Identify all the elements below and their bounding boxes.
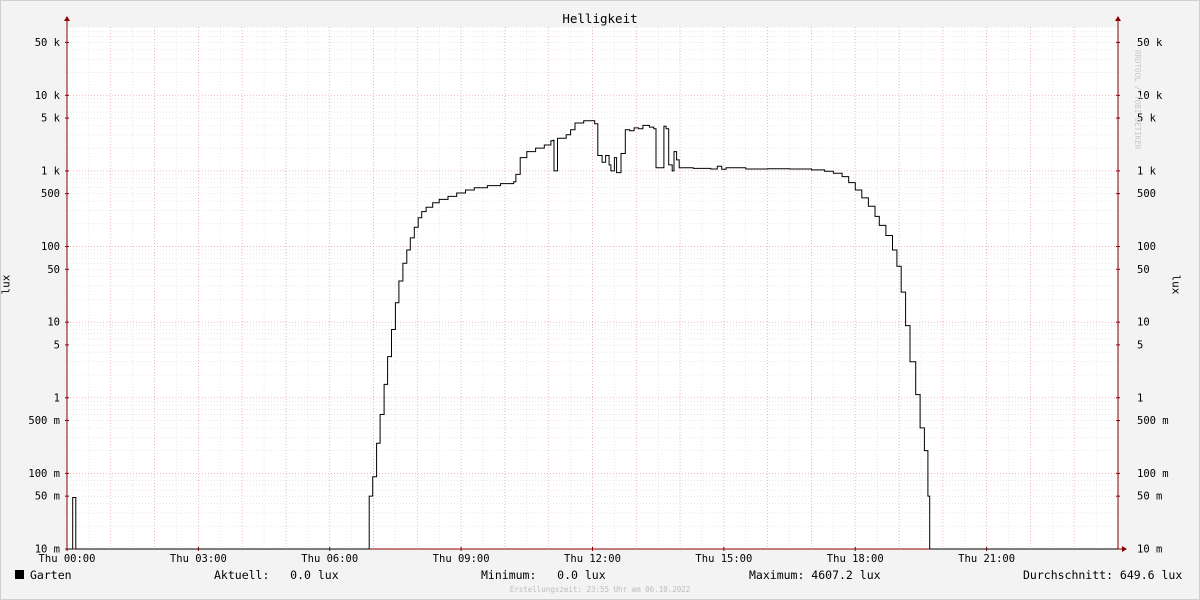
x-tick-label: Thu 15:00 bbox=[695, 553, 752, 565]
y-tick-label-left: 50 bbox=[47, 264, 60, 276]
x-tick-label: Thu 00:00 bbox=[39, 553, 96, 565]
y-tick-label-right: 10 bbox=[1137, 317, 1150, 329]
creation-time: Erstellungszeit: 23:55 Uhr am 06.10.2022 bbox=[509, 585, 691, 594]
y-tick-label-left: 500 bbox=[41, 188, 60, 200]
y-tick-label-right: 500 m bbox=[1137, 415, 1169, 427]
chart-canvas: 50 k 50 k10 k 10 k5 k5 k1 k1 k500 500100 100… bbox=[28, 16, 1169, 565]
chart-title: Helligkeit bbox=[562, 11, 638, 26]
x-tick-label: Thu 21:00 bbox=[958, 553, 1015, 565]
y-axis-label-left: lux bbox=[0, 274, 13, 295]
y-tick-label-left: 10 k bbox=[35, 90, 61, 102]
legend-series-name: Garten bbox=[30, 568, 72, 582]
legend: Garten Aktuell: 0.0 lux Minimum: 0.0 lux… bbox=[0, 568, 1200, 584]
y-tick-label-left: 500 m bbox=[28, 415, 60, 427]
y-tick-label-right: 1 bbox=[1137, 392, 1143, 404]
y-tick-label-left: 1 bbox=[54, 392, 60, 404]
y-tick-label-right: 50 bbox=[1137, 264, 1150, 276]
stat-maximum: Maximum: 4607.2 lux bbox=[749, 568, 881, 582]
y-tick-label-right: 50 k bbox=[1137, 37, 1163, 49]
x-tick-label: Thu 03:00 bbox=[170, 553, 227, 565]
stat-average: Durchschnitt: 649.6 lux bbox=[1023, 568, 1183, 582]
y-tick-label-left: 10 bbox=[47, 317, 60, 329]
y-tick-label-right: 50 m bbox=[1137, 491, 1162, 503]
y-tick-label-right: 100 m bbox=[1137, 468, 1169, 480]
y-tick-label-left: 100 bbox=[41, 241, 60, 253]
x-tick-label: Thu 06:00 bbox=[301, 553, 358, 565]
y-tick-label-right: 10 m bbox=[1137, 544, 1162, 556]
stat-current: Aktuell: 0.0 lux bbox=[214, 568, 339, 582]
y-tick-label-right: 1 k bbox=[1137, 165, 1157, 177]
y-tick-label-right: 5 bbox=[1137, 339, 1143, 351]
y-tick-label-left: 100 m bbox=[28, 468, 60, 480]
y-tick-label-right: 500 bbox=[1137, 188, 1156, 200]
watermark: RRDTOOL / TOBI OETIKER bbox=[1133, 50, 1142, 150]
y-axis-label-right: lux bbox=[1169, 274, 1183, 295]
x-tick-label: Thu 12:00 bbox=[564, 553, 621, 565]
x-axis-arrow bbox=[1122, 546, 1127, 552]
y-tick-label-right: 100 bbox=[1137, 241, 1156, 253]
y-tick-label-left: 5 k bbox=[41, 113, 61, 125]
x-tick-label: Thu 18:00 bbox=[827, 553, 884, 565]
legend-swatch-garten bbox=[15, 570, 24, 579]
y-tick-label-left: 5 bbox=[54, 339, 60, 351]
x-tick-label: Thu 09:00 bbox=[433, 553, 490, 565]
y-tick-label-left: 1 k bbox=[41, 165, 61, 177]
y-tick-label-left: 50 m bbox=[35, 491, 60, 503]
stat-minimum: Minimum: 0.0 lux bbox=[481, 568, 606, 582]
y-tick-label-left: 50 k bbox=[35, 37, 61, 49]
